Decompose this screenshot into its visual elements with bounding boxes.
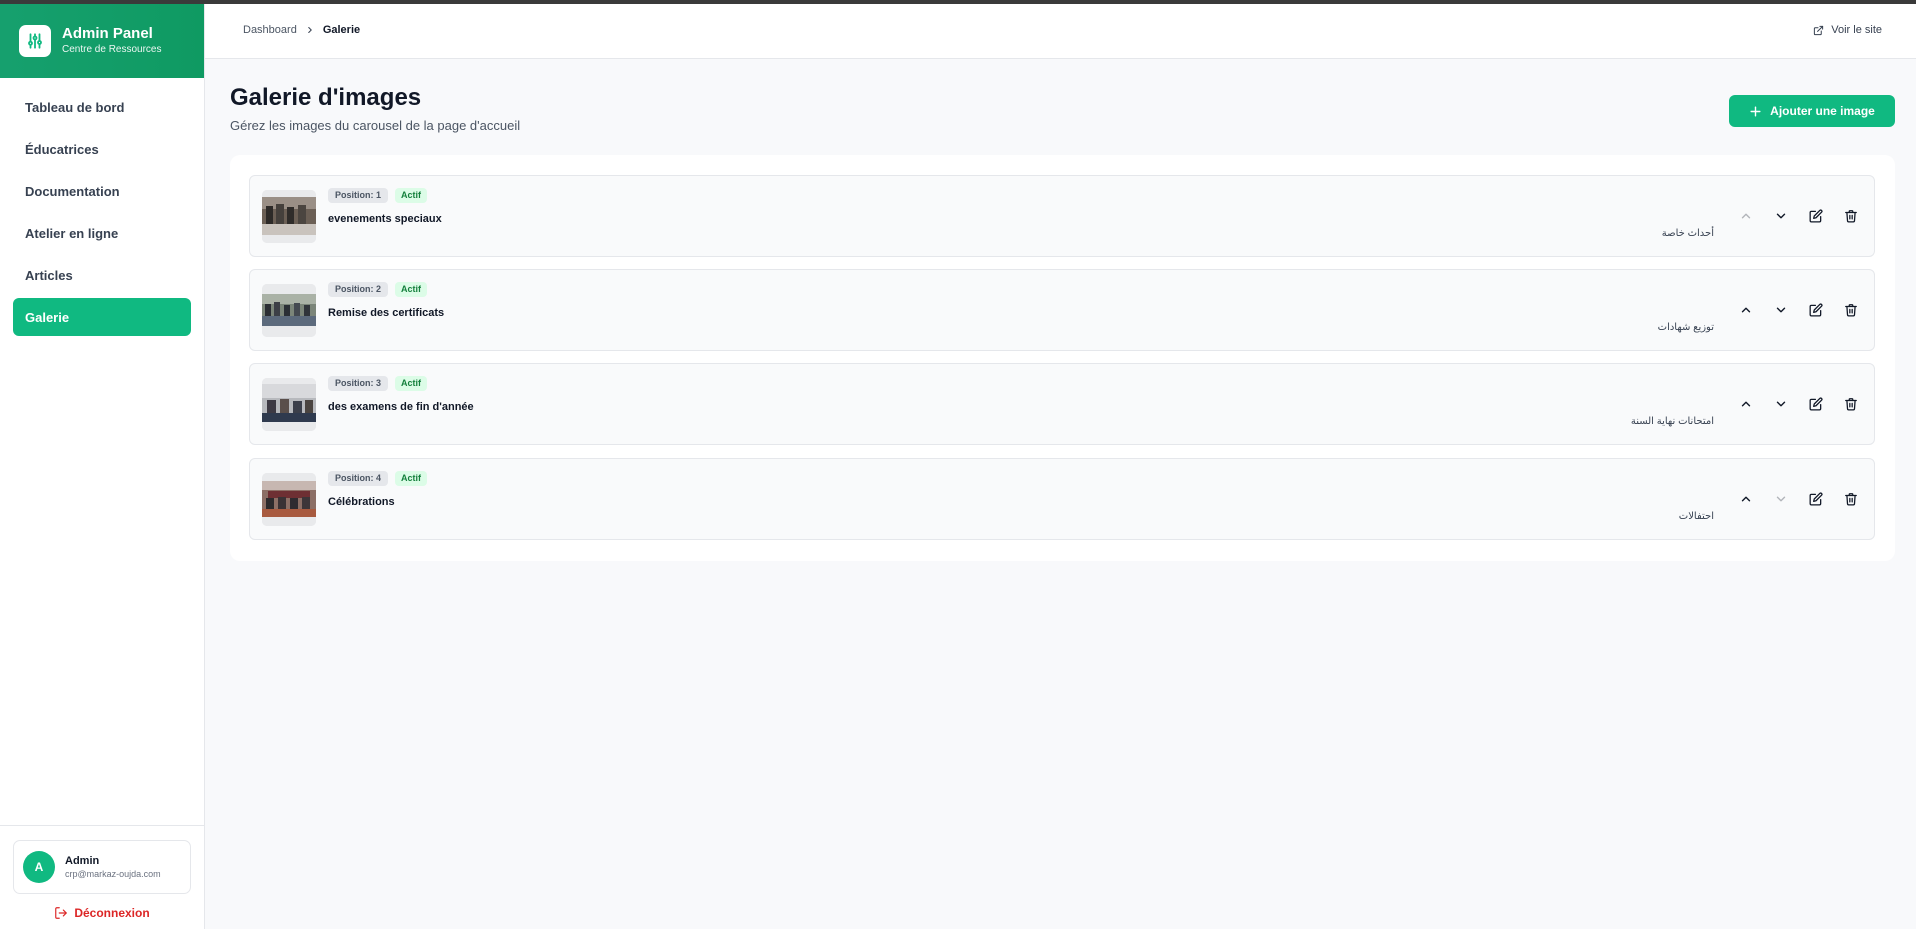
external-link-icon — [1814, 25, 1824, 35]
edit-icon — [1809, 397, 1823, 411]
gallery-item-title-ar: احتفالات — [1678, 511, 1714, 522]
gallery-item-title: des examens de fin d'année — [328, 401, 474, 413]
gallery-item-title-ar: امتحانات نهاية السنة — [1630, 416, 1714, 427]
sidebar-item-educatrices[interactable]: Éducatrices — [13, 130, 191, 168]
sidebar-item-galerie[interactable]: Galerie — [13, 298, 191, 336]
add-image-label: Ajouter une image — [1770, 104, 1875, 118]
page-subtitle: Gérez les images du carousel de la page … — [230, 118, 521, 133]
user-email: crp@markaz-oujda.com — [65, 869, 161, 879]
position-badge: Position: 1 — [328, 188, 389, 203]
gallery-item-title: Célébrations — [328, 496, 395, 508]
trash-icon — [1845, 210, 1857, 223]
sidebar-nav: Tableau de bord Éducatrices Documentatio… — [0, 78, 204, 336]
edit-button[interactable] — [1805, 299, 1827, 321]
gallery-item-title: evenements speciaux — [328, 213, 442, 225]
gallery-item: Position: 4 Actif Célébrations احتفالات — [249, 458, 1875, 540]
chevron-up-icon — [1741, 401, 1751, 407]
chevron-up-icon — [1741, 496, 1751, 502]
delete-button[interactable] — [1840, 299, 1862, 321]
move-down-button[interactable] — [1770, 299, 1792, 321]
gallery-thumbnail[interactable] — [262, 284, 316, 337]
trash-icon — [1845, 493, 1857, 506]
move-down-button[interactable] — [1770, 393, 1792, 415]
trash-icon — [1845, 304, 1857, 317]
position-badge: Position: 2 — [328, 282, 389, 297]
breadcrumb-current: Galerie — [322, 24, 361, 36]
chevron-up-icon — [1741, 213, 1751, 219]
top-header: Dashboard Galerie Voir le site — [205, 4, 1916, 59]
chevron-down-icon — [1776, 496, 1786, 502]
sidebar-item-tableau-de-bord[interactable]: Tableau de bord — [13, 88, 191, 126]
edit-button[interactable] — [1805, 393, 1827, 415]
edit-icon — [1809, 209, 1823, 223]
status-badge: Actif — [395, 471, 428, 486]
status-badge: Actif — [395, 282, 428, 297]
status-badge: Actif — [395, 376, 428, 391]
gallery-thumbnail[interactable] — [262, 378, 316, 431]
edit-icon — [1809, 492, 1823, 506]
view-site-label: Voir le site — [1831, 24, 1882, 36]
plus-icon — [1750, 105, 1761, 117]
sidebar-item-atelier-en-ligne[interactable]: Atelier en ligne — [13, 214, 191, 252]
gallery-item-title: Remise des certificats — [328, 307, 445, 319]
row-actions — [1722, 488, 1862, 510]
status-badge: Actif — [395, 188, 428, 203]
move-down-button[interactable] — [1770, 488, 1792, 510]
sidebar-item-documentation[interactable]: Documentation — [13, 172, 191, 210]
chevron-down-icon — [1776, 401, 1786, 407]
delete-button[interactable] — [1840, 393, 1862, 415]
chevron-down-icon — [1776, 213, 1786, 219]
sidebar-item-articles[interactable]: Articles — [13, 256, 191, 294]
avatar: A — [23, 851, 55, 883]
breadcrumb-dashboard-link[interactable]: Dashboard — [243, 24, 297, 36]
delete-button[interactable] — [1840, 488, 1862, 510]
brand-header: Admin Panel Centre de Ressources — [0, 4, 204, 78]
brand-subtitle: Centre de Ressources — [62, 44, 162, 55]
sliders-icon — [19, 25, 51, 57]
add-image-button[interactable]: Ajouter une image — [1729, 95, 1895, 127]
sidebar: Admin Panel Centre de Ressources Tableau… — [0, 4, 205, 929]
gallery-item: Position: 2 Actif Remise des certificats… — [249, 269, 1875, 351]
gallery-item-title-ar: توزيع شهادات — [1657, 322, 1714, 333]
position-badge: Position: 4 — [328, 471, 389, 486]
delete-button[interactable] — [1840, 205, 1862, 227]
edit-icon — [1809, 303, 1823, 317]
edit-button[interactable] — [1805, 488, 1827, 510]
gallery-thumbnail[interactable] — [262, 190, 316, 243]
chevron-up-icon — [1741, 307, 1751, 313]
row-actions — [1722, 205, 1862, 227]
gallery-thumbnail[interactable] — [262, 473, 316, 526]
logout-label: Déconnexion — [74, 906, 150, 920]
gallery-item: Position: 1 Actif evenements speciaux أح… — [249, 175, 1875, 257]
gallery-panel: Position: 1 Actif evenements speciaux أح… — [230, 155, 1895, 561]
user-card: A Admin crp@markaz-oujda.com — [13, 840, 191, 894]
move-up-button[interactable] — [1735, 205, 1757, 227]
logout-icon — [55, 907, 68, 919]
position-badge: Position: 3 — [328, 376, 389, 391]
row-actions — [1722, 393, 1862, 415]
move-up-button[interactable] — [1735, 488, 1757, 510]
sidebar-footer: A Admin crp@markaz-oujda.com Déconnexion — [0, 825, 204, 929]
breadcrumb: Dashboard Galerie — [243, 24, 360, 36]
move-up-button[interactable] — [1735, 299, 1757, 321]
chevron-down-icon — [1776, 307, 1786, 313]
page-title: Galerie d'images — [230, 84, 422, 111]
row-actions — [1722, 299, 1862, 321]
edit-button[interactable] — [1805, 205, 1827, 227]
logout-button[interactable]: Déconnexion — [0, 906, 204, 920]
gallery-item-title-ar: أحداث خاصة — [1661, 228, 1714, 239]
move-down-button[interactable] — [1770, 205, 1792, 227]
move-up-button[interactable] — [1735, 393, 1757, 415]
gallery-item: Position: 3 Actif des examens de fin d'a… — [249, 363, 1875, 445]
chevron-right-icon — [305, 25, 315, 35]
user-name: Admin — [65, 855, 100, 867]
view-site-link[interactable]: Voir le site — [1813, 24, 1882, 36]
trash-icon — [1845, 398, 1857, 411]
brand-title: Admin Panel — [62, 25, 153, 42]
